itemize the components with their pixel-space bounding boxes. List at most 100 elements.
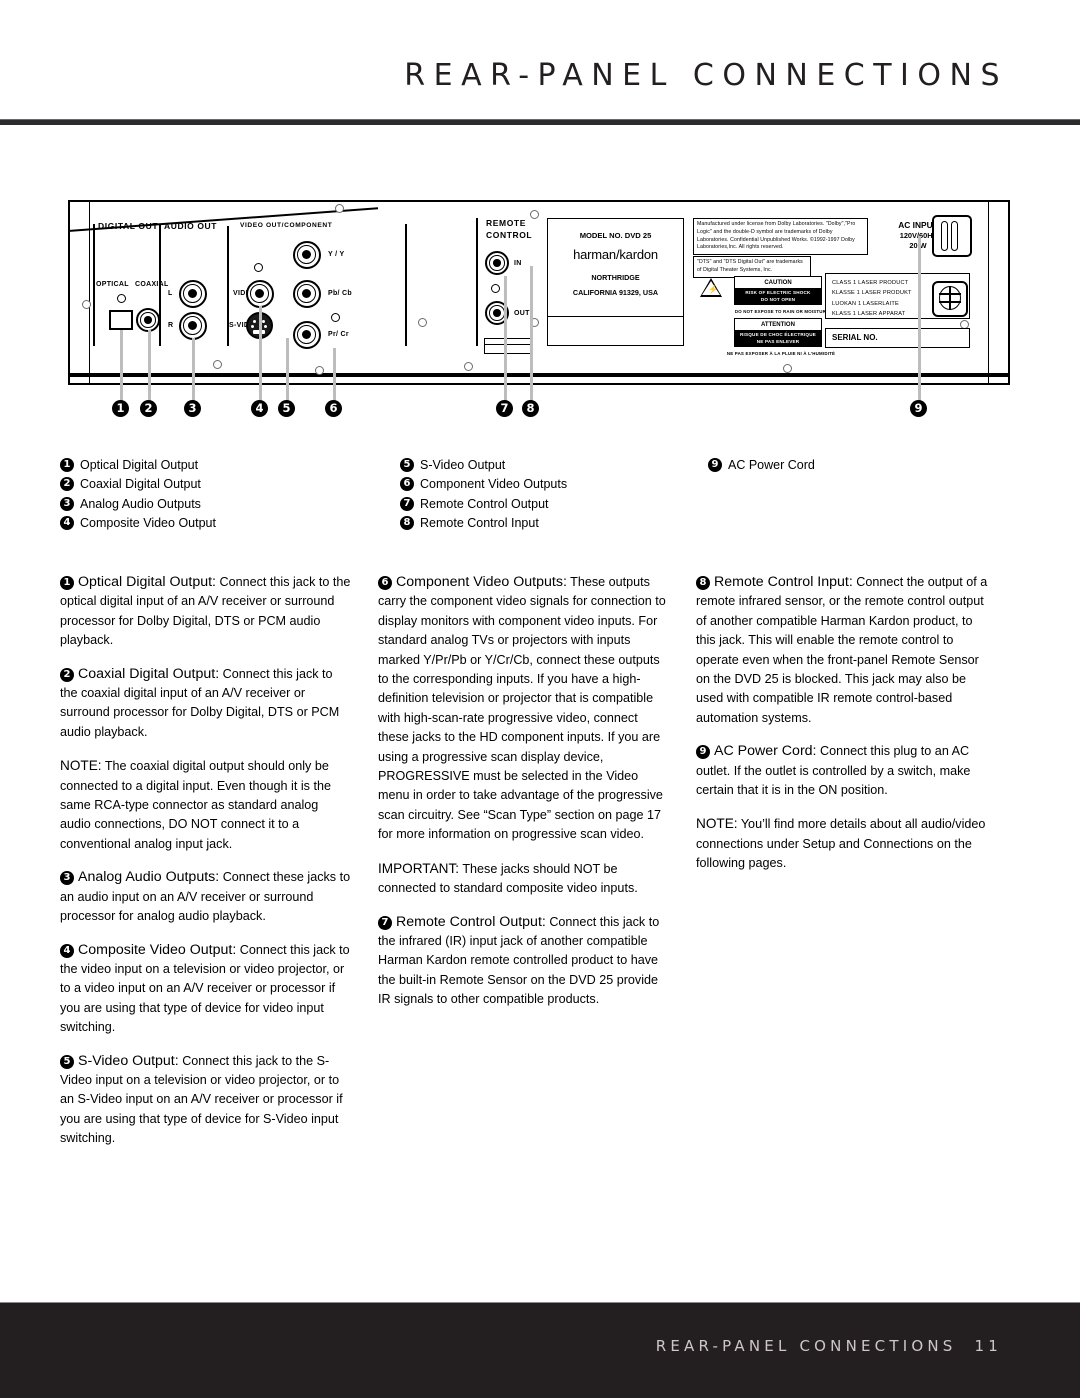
body-paragraph: 6 Component Video Outputs: These outputs … — [378, 573, 670, 845]
optical-indicator-hole — [117, 294, 126, 303]
legend-item-label: S-Video Output — [420, 457, 506, 472]
legend-item-label: Optical Digital Output — [80, 457, 199, 472]
optical-digital-jack[interactable] — [109, 310, 133, 330]
chassis-screw — [213, 360, 222, 369]
coaxial-digital-jack[interactable] — [136, 308, 160, 332]
legend-callout-number: 6 — [400, 477, 414, 492]
attention-subtitle: NE PAS EXPOSER À LA PLUIE NI À L'HUMIDIT… — [726, 351, 836, 356]
section-title-remote-control-1: REMOTE — [486, 218, 526, 228]
paragraph-text: Connect the output of a remote infrared … — [696, 575, 988, 725]
legend-item-label: Remote Control Input — [420, 516, 539, 531]
label-component-pr: Pr/ Cr — [328, 331, 349, 338]
paragraph-lead-in: NOTE: — [696, 816, 738, 832]
serial-number-plate: SERIAL NO. — [825, 328, 970, 348]
analog-audio-right-jack[interactable] — [179, 312, 207, 340]
callout-9: 9 — [910, 400, 927, 417]
cable-clamp-bar — [484, 344, 532, 346]
paragraph-lead-in: IMPORTANT: — [378, 860, 460, 876]
body-paragraph: 8 Remote Control Input: Connect the outpu… — [696, 573, 988, 728]
component-pr-jack[interactable] — [293, 321, 321, 349]
paragraph-callout-number: 3 — [60, 871, 74, 886]
leader-line-9 — [918, 236, 921, 408]
paragraph-lead-in: Analog Audio Outputs: — [78, 869, 220, 886]
paragraph-callout-number: 8 — [696, 576, 710, 590]
section-divider — [476, 218, 478, 346]
caution-line-2: DO NOT OPEN — [760, 296, 796, 302]
callout-legend: 1 Optical Digital Output 2 Coaxial Digital … — [60, 455, 1020, 540]
leader-line-2 — [148, 330, 151, 408]
label-component-pb: Pb/ Cb — [328, 290, 352, 297]
chassis-screw — [464, 362, 473, 371]
section-title-remote-control-2: CONTROL — [486, 230, 533, 240]
remote-control-in-jack[interactable] — [485, 251, 509, 275]
brand-city: NORTHRIDGE — [591, 273, 640, 282]
legend-column-3: 9 AC Power Cord — [708, 455, 1028, 475]
component-pb-jack[interactable] — [293, 280, 321, 308]
callout-2: 2 — [140, 400, 157, 417]
paragraph-callout-number: 4 — [60, 943, 74, 958]
legend-item-label: Remote Control Output — [420, 496, 549, 511]
composite-video-jack[interactable] — [246, 280, 274, 308]
panel-left-flange — [68, 200, 90, 385]
legend-callout-number: 3 — [60, 496, 74, 511]
legend-column-1: 1 Optical Digital Output 2 Coaxial Digital … — [60, 455, 380, 533]
callout-7: 7 — [496, 400, 513, 417]
paragraph-lead-in: Coaxial Digital Output: — [78, 665, 220, 682]
paragraph-text: The coaxial digital output should only b… — [60, 759, 331, 851]
footer-page-number: 11 — [974, 1337, 1002, 1355]
voltage-selector-icon — [932, 281, 968, 317]
body-paragraph: 4 Composite Video Output: Connect this ja… — [60, 941, 352, 1038]
legend-callout-number: 7 — [400, 496, 414, 511]
legend-item: 8 Remote Control Input — [400, 514, 720, 534]
label-audio-right: R — [168, 322, 174, 329]
label-remote-in: IN — [514, 260, 522, 267]
body-paragraph: 9 AC Power Cord: Connect this plug to an … — [696, 742, 988, 800]
cable-clamp — [484, 338, 532, 354]
caution-body: RISK OF ELECTRIC SHOCK DO NOT OPEN — [734, 289, 822, 305]
label-component-y: Y / Y — [328, 251, 345, 258]
legend-column-2: 5 S-Video Output 6 Component Video Outputs 7… — [400, 455, 720, 533]
brand-address: CALIFORNIA 91329, USA — [572, 288, 659, 297]
paragraph-callout-number: 9 — [696, 745, 710, 760]
attention-body: RISQUE DE CHOC ÉLECTRIQUE NE PAS ENLEVER — [734, 331, 822, 347]
leader-line-5 — [286, 338, 289, 408]
paragraph-callout-number: 5 — [60, 1054, 74, 1069]
attention-title: ATTENTION — [734, 318, 822, 331]
paragraph-lead-in: S-Video Output: — [78, 1052, 179, 1069]
legend-item-label: Component Video Outputs — [420, 477, 568, 492]
body-paragraph: IMPORTANT: These jacks should NOT be con… — [378, 859, 670, 899]
paragraph-callout-number: 1 — [60, 576, 74, 590]
page-footer: REAR-PANEL CONNECTIONS 11 — [0, 1302, 1080, 1398]
body-column-3: 8 Remote Control Input: Connect the outpu… — [696, 573, 988, 888]
section-divider — [405, 224, 407, 346]
body-paragraph: NOTE: You’ll find more details about all… — [696, 814, 988, 873]
ac-power-inlet[interactable] — [932, 215, 972, 257]
legend-callout-number: 9 — [708, 457, 722, 472]
footer-section-title: REAR-PANEL CONNECTIONS — [655, 1337, 957, 1355]
paragraph-text: You’ll find more details about all audio… — [696, 817, 986, 871]
analog-audio-left-jack[interactable] — [179, 280, 207, 308]
callout-3: 3 — [184, 400, 201, 417]
video-indicator-hole — [254, 263, 263, 272]
legend-item: 1 Optical Digital Output — [60, 455, 380, 475]
legend-callout-number: 8 — [400, 516, 414, 531]
chassis-screw — [335, 204, 344, 213]
section-title-video-out-component: VIDEO OUT/COMPONENT — [240, 222, 333, 229]
component-y-jack[interactable] — [293, 241, 321, 269]
panel-bottom-edge — [68, 373, 1010, 377]
paragraph-lead-in: Remote Control Output: — [396, 913, 546, 930]
chassis-screw — [418, 318, 427, 327]
legend-callout-number: 2 — [60, 477, 74, 492]
legend-callout-number: 5 — [400, 457, 414, 472]
body-paragraph: NOTE: The coaxial digital output should … — [60, 756, 352, 854]
brand-plate: MODEL NO. DVD 25 harman/kardon NORTHRIDG… — [547, 218, 684, 346]
legend-item: 7 Remote Control Output — [400, 494, 720, 514]
chassis-screw — [530, 210, 539, 219]
leader-line-1 — [120, 330, 123, 408]
label-optical: OPTICAL — [96, 281, 129, 288]
legend-item: 6 Component Video Outputs — [400, 475, 720, 495]
body-column-1: 1 Optical Digital Output: Connect this ja… — [60, 573, 352, 1163]
leader-line-4 — [259, 306, 262, 408]
section-title-digital-out: DIGITAL OUT — [98, 221, 159, 231]
body-paragraph: 7 Remote Control Output: Connect this jac… — [378, 913, 670, 1010]
